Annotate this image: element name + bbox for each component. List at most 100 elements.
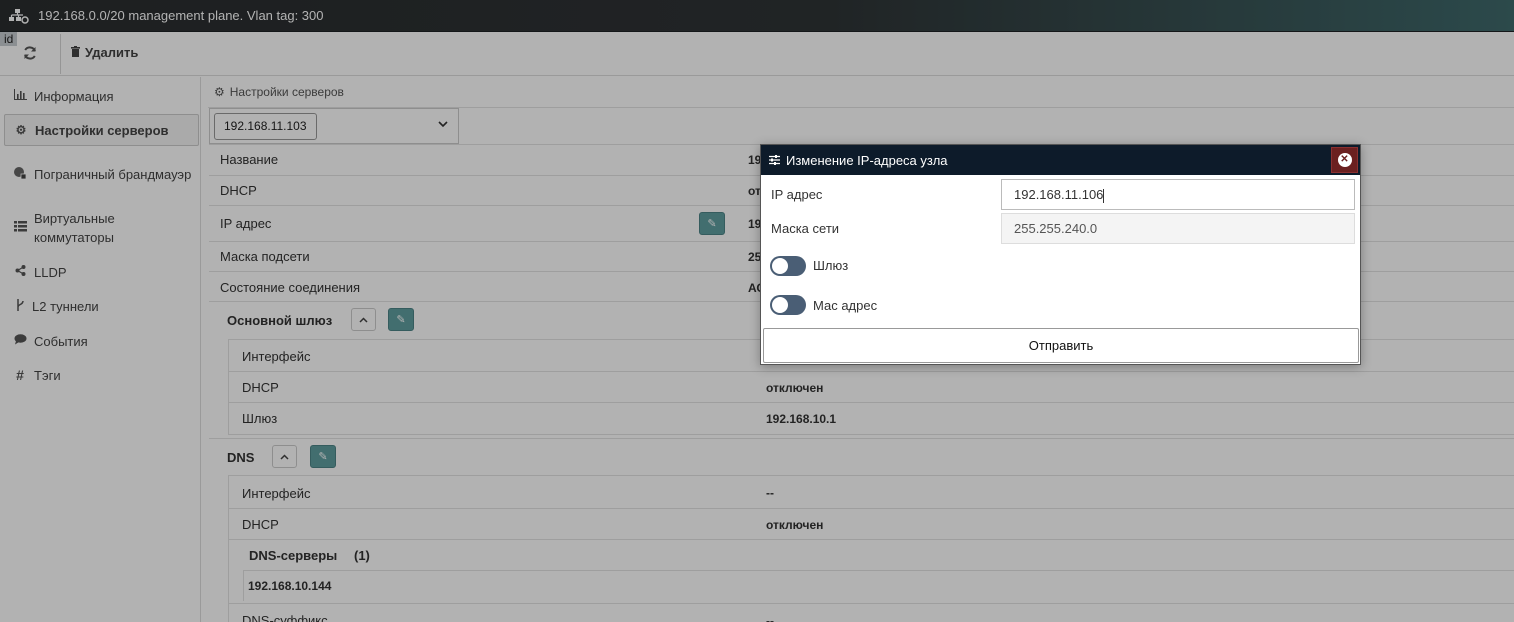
server-select-value: 192.168.11.103 [214, 113, 317, 140]
chevron-up-icon [280, 451, 289, 463]
sidebar-item-info[interactable]: Информация [4, 85, 199, 107]
hash-icon: # [16, 367, 24, 383]
row-value: 192.168.10.1 [766, 412, 837, 426]
row-label: DHCP [220, 183, 257, 198]
sidebar-item-label: LLDP [34, 264, 67, 280]
dns-servers-title: DNS-серверы [249, 548, 338, 563]
window-title: 192.168.0.0/20 management plane. Vlan ta… [38, 8, 324, 23]
row-value: отключен [766, 518, 824, 532]
sidebar-item-lldp[interactable]: LLDP [4, 262, 199, 282]
ip-label: IP адрес [771, 187, 823, 202]
row-label: DHCP [242, 380, 279, 395]
row-label: Интерфейс [242, 486, 311, 501]
share-icon [12, 265, 28, 279]
toggle-knob [772, 258, 788, 274]
edit-dns-button[interactable]: ✎ [310, 445, 336, 468]
row-value: -- [766, 486, 774, 500]
toolbar: Удалить [0, 32, 1514, 76]
collapse-button[interactable] [351, 308, 376, 331]
edit-ip-button[interactable]: ✎ [699, 212, 725, 235]
table-row: DHCP отключен [229, 371, 1514, 402]
delete-label: Удалить [85, 45, 139, 60]
table-row: Шлюз 192.168.10.1 [229, 402, 1514, 433]
row-label: Интерфейс [242, 349, 311, 364]
gear-icon: ⚙ [15, 123, 27, 137]
sidebar-item-tags[interactable]: # Тэги [4, 365, 199, 385]
group-title: DNS [227, 450, 255, 465]
edit-gateway-button[interactable]: ✎ [388, 308, 414, 331]
edit-icon: ✎ [396, 314, 406, 326]
sidebar-item-label: Пограничный брандмауэр [34, 166, 192, 182]
sidebar-item-server-settings[interactable]: ⚙ Настройки серверов [4, 114, 199, 146]
mac-toggle-label: Мас адрес [813, 298, 878, 313]
network-tree-icon [8, 8, 30, 24]
sidebar-item-firewall[interactable]: Пограничный брандмауэр [4, 154, 199, 194]
dns-servers-count: (1) [354, 548, 370, 563]
chevron-down-icon[interactable] [438, 119, 448, 131]
section-title: Настройки серверов [229, 85, 344, 99]
sidebar-item-label: Тэги [34, 367, 61, 383]
refresh-icon[interactable] [22, 45, 40, 63]
gateway-toggle[interactable] [770, 256, 806, 276]
branch-icon [12, 298, 28, 314]
modal-header: Изменение IP-адреса узла [761, 145, 1360, 175]
sidebar-item-label: Настройки серверов [35, 122, 169, 138]
sidebar-item-label: Информация [34, 88, 114, 104]
dns-table: Интерфейс -- DHCP отключен DNS-серверы (… [228, 475, 1514, 622]
row-label: Состояние соединения [220, 280, 361, 295]
toolbar-divider [60, 34, 61, 74]
section-header: ⚙ Настройки серверов [214, 85, 344, 99]
submit-button[interactable]: Отправить [763, 328, 1359, 363]
sidebar-item-events[interactable]: События [4, 331, 199, 351]
row-label: DNS-суффикс [242, 613, 328, 622]
gateway-toggle-label: Шлюз [813, 258, 849, 273]
mask-label: Маска сети [771, 221, 840, 236]
server-select[interactable]: 192.168.11.103 [209, 108, 459, 144]
change-ip-modal: Изменение IP-адреса узла ✕ IP адрес 192.… [760, 144, 1361, 365]
id-badge: id [0, 32, 18, 46]
window-titlebar: 192.168.0.0/20 management plane. Vlan ta… [0, 0, 1514, 32]
list-icon [12, 221, 28, 235]
row-value: -- [766, 614, 774, 622]
sliders-icon [769, 153, 780, 168]
edit-icon: ✎ [707, 218, 717, 230]
edit-icon: ✎ [318, 451, 328, 463]
sidebar-item-l2-tunnels[interactable]: L2 туннели [4, 296, 199, 316]
toggle-knob [772, 297, 788, 313]
sidebar: Информация ⚙ Настройки серверов Погранич… [0, 77, 201, 622]
sidebar-item-virtual-switches[interactable]: Виртуальные коммутаторы [4, 208, 199, 248]
group-title: Основной шлюз [227, 313, 333, 328]
dns-servers-header: DNS-серверы (1) [229, 539, 1514, 570]
comment-icon [12, 334, 28, 348]
mask-input[interactable]: 255.255.240.0 [1001, 213, 1355, 244]
list-item: 192.168.10.144 [243, 570, 1514, 601]
row-value: от [748, 184, 761, 198]
close-icon: ✕ [1337, 153, 1352, 167]
chart-icon [12, 89, 28, 103]
row-label: Шлюз [242, 411, 278, 426]
gear-icon: ⚙ [214, 85, 225, 99]
table-row: Интерфейс -- [229, 475, 1514, 508]
row-label: IP адрес [220, 216, 272, 231]
table-row: DHCP отключен [229, 508, 1514, 539]
mask-input-value: 255.255.240.0 [1014, 221, 1098, 236]
mac-toggle[interactable] [770, 295, 806, 315]
modal-title: Изменение IP-адреса узла [786, 152, 948, 168]
collapse-button[interactable] [272, 445, 297, 468]
ip-input-value: 192.168.11.106 [1014, 187, 1104, 202]
globe-lock-icon [12, 166, 28, 183]
sidebar-item-label: L2 туннели [32, 298, 99, 314]
delete-button[interactable]: Удалить [71, 45, 138, 60]
sidebar-item-label: Виртуальные коммутаторы [34, 211, 115, 245]
ip-input[interactable]: 192.168.11.106 [1001, 179, 1355, 210]
row-label: Название [220, 152, 279, 167]
table-row: DNS-суффикс -- [229, 603, 1514, 622]
sidebar-item-label: События [34, 333, 88, 349]
dns-group: DNS ✎ Интерфейс -- DHCP отключен DNS-сер… [209, 438, 1514, 622]
row-label: Маска подсети [220, 249, 310, 264]
trash-icon [71, 45, 80, 60]
chevron-up-icon [359, 314, 368, 326]
dns-server-value: 192.168.10.144 [248, 579, 332, 593]
close-button[interactable]: ✕ [1331, 147, 1358, 173]
row-value: отключен [766, 381, 824, 395]
